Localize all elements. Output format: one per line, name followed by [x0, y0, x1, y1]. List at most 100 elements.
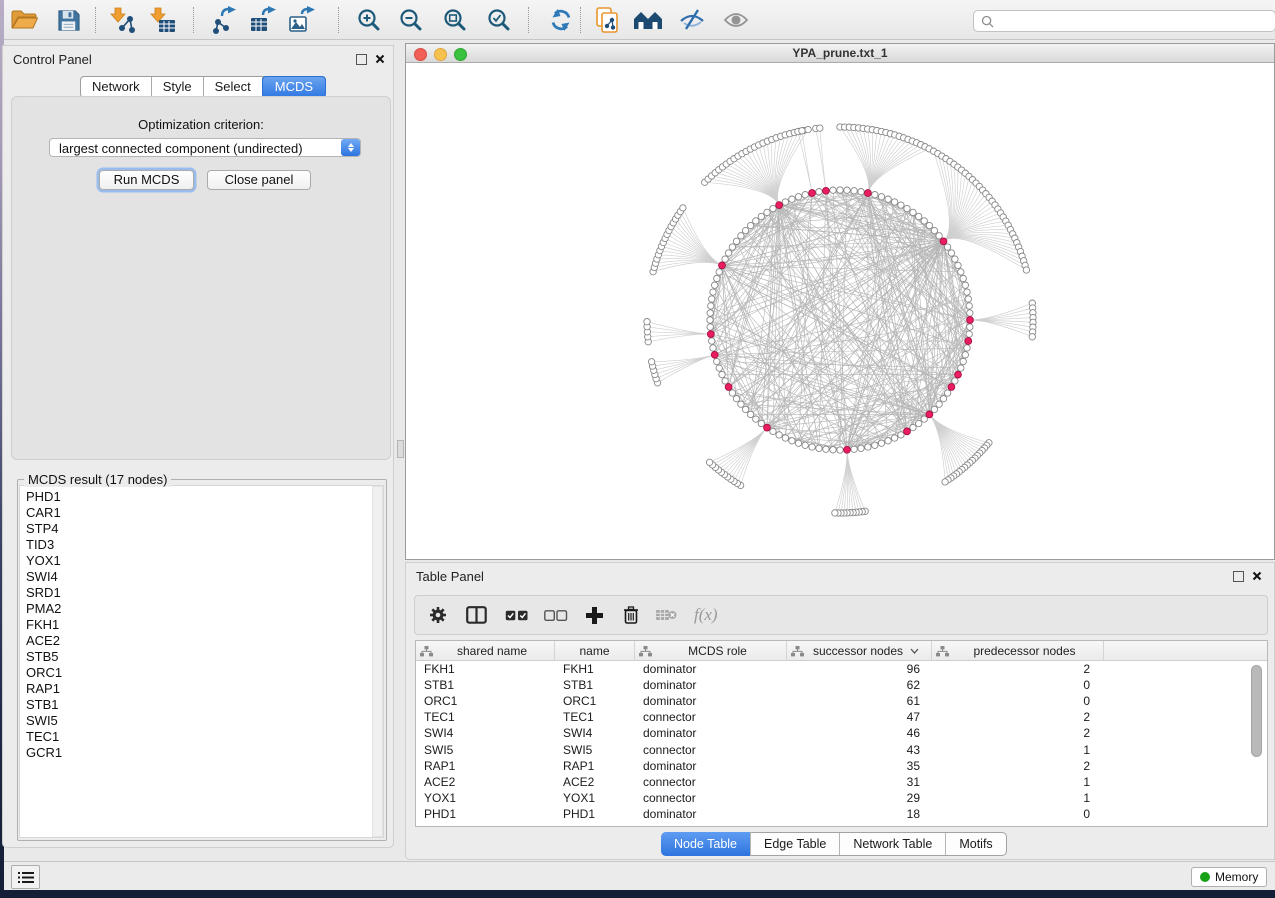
table-row[interactable]: SWI5SWI5connector431 [416, 741, 1267, 757]
result-item[interactable]: SWI4 [20, 569, 383, 585]
table-cell[interactable]: SWI4 [416, 726, 555, 740]
memory-button[interactable]: Memory [1191, 867, 1267, 887]
table-cell[interactable]: 47 [787, 710, 932, 724]
table-cell[interactable]: ORC1 [416, 694, 555, 708]
result-item[interactable]: STP4 [20, 521, 383, 537]
result-item[interactable]: PMA2 [20, 601, 383, 617]
table-cell[interactable]: YOX1 [416, 791, 555, 805]
column-header-MCDS-role[interactable]: MCDS role [635, 641, 787, 660]
panel-splitter[interactable] [396, 45, 404, 848]
table-row[interactable]: FKH1FKH1dominator962 [416, 661, 1267, 677]
table-cell[interactable]: 2 [932, 759, 1104, 773]
table-cell[interactable]: 62 [787, 678, 932, 692]
search-box[interactable] [973, 10, 1275, 32]
zoom-fit-button[interactable] [439, 4, 471, 36]
search-input[interactable] [994, 13, 1248, 29]
hide-graphics-details-button[interactable] [676, 4, 708, 36]
table-scrollbar-thumb[interactable] [1251, 665, 1262, 757]
float-panel-icon[interactable] [356, 54, 367, 65]
show-panels-button[interactable] [11, 865, 40, 889]
result-item[interactable]: FKH1 [20, 617, 383, 633]
result-item[interactable]: PHD1 [20, 489, 383, 505]
table-cell[interactable]: SWI4 [555, 726, 635, 740]
network-window-titlebar[interactable]: YPA_prune.txt_1 [406, 44, 1274, 63]
zoom-out-button[interactable] [395, 4, 427, 36]
import-table-button[interactable] [146, 4, 178, 36]
table-cell[interactable]: FKH1 [555, 662, 635, 676]
result-item[interactable]: SWI5 [20, 713, 383, 729]
criterion-dropdown[interactable]: largest connected component (undirected) [49, 138, 361, 157]
table-cell[interactable]: PHD1 [416, 807, 555, 821]
table-cell[interactable]: TEC1 [416, 710, 555, 724]
splitter-grip[interactable] [397, 440, 404, 458]
table-cell[interactable]: 2 [932, 726, 1104, 740]
result-item[interactable]: STB5 [20, 649, 383, 665]
table-cell[interactable]: FKH1 [416, 662, 555, 676]
result-item[interactable]: CAR1 [20, 505, 383, 521]
table-cell[interactable]: 2 [932, 710, 1104, 724]
export-image-button[interactable] [286, 4, 318, 36]
tab-network[interactable]: Network [81, 77, 152, 97]
table-cell[interactable]: 29 [787, 791, 932, 805]
table-row[interactable]: PHD1PHD1dominator180 [416, 806, 1267, 822]
table-row[interactable]: TEC1TEC1connector472 [416, 709, 1267, 725]
run-mcds-button[interactable]: Run MCDS [99, 170, 194, 190]
result-item[interactable]: ACE2 [20, 633, 383, 649]
select-all-button[interactable] [505, 610, 529, 621]
table-cell[interactable]: STB1 [416, 678, 555, 692]
refresh-view-button[interactable] [545, 4, 577, 36]
table-cell[interactable]: 35 [787, 759, 932, 773]
table-cell[interactable]: 61 [787, 694, 932, 708]
result-item[interactable]: YOX1 [20, 553, 383, 569]
table-scrollbar[interactable] [1251, 665, 1262, 824]
close-panel-icon[interactable] [375, 54, 385, 64]
add-column-button[interactable] [585, 606, 604, 625]
result-item[interactable]: TEC1 [20, 729, 383, 745]
table-cell[interactable]: STB1 [555, 678, 635, 692]
table-cell[interactable]: dominator [635, 662, 787, 676]
table-cell[interactable]: PHD1 [555, 807, 635, 821]
tab-select[interactable]: Select [204, 77, 263, 97]
table-row[interactable]: STB1STB1dominator620 [416, 677, 1267, 693]
table-cell[interactable]: 2 [932, 662, 1104, 676]
table-cell[interactable]: 1 [932, 791, 1104, 805]
table-cell[interactable]: 1 [932, 775, 1104, 789]
table-cell[interactable]: 0 [932, 807, 1104, 821]
tab-mcds[interactable]: MCDS [262, 76, 326, 98]
table-cell[interactable]: connector [635, 710, 787, 724]
table-row[interactable]: ACE2ACE2connector311 [416, 774, 1267, 790]
table-cell[interactable]: 46 [787, 726, 932, 740]
column-header-successor-nodes[interactable]: successor nodes [787, 641, 932, 660]
table-cell[interactable]: dominator [635, 726, 787, 740]
export-table-button[interactable] [247, 4, 279, 36]
table-cell[interactable]: 1 [932, 743, 1104, 757]
tab-style[interactable]: Style [152, 77, 204, 97]
table-cell[interactable]: RAP1 [416, 759, 555, 773]
table-cell[interactable]: 43 [787, 743, 932, 757]
table-cell[interactable]: dominator [635, 678, 787, 692]
table-row[interactable]: ORC1ORC1dominator610 [416, 693, 1267, 709]
column-header-name[interactable]: name [555, 641, 635, 660]
tab-node-table[interactable]: Node Table [661, 832, 751, 856]
table-cell[interactable]: TEC1 [555, 710, 635, 724]
export-network-button[interactable] [208, 4, 240, 36]
table-cell[interactable]: 18 [787, 807, 932, 821]
zoom-in-button[interactable] [353, 4, 385, 36]
table-cell[interactable]: 0 [932, 694, 1104, 708]
table-cell[interactable]: connector [635, 743, 787, 757]
table-cell[interactable]: ORC1 [555, 694, 635, 708]
tab-network-table[interactable]: Network Table [840, 833, 946, 855]
table-cell[interactable]: dominator [635, 807, 787, 821]
table-row[interactable]: SWI4SWI4dominator462 [416, 725, 1267, 741]
result-list-scrollbar[interactable] [372, 486, 383, 837]
delete-table-button[interactable] [655, 608, 677, 622]
apply-function-button[interactable]: f(x) [694, 605, 718, 625]
open-file-button[interactable] [8, 4, 40, 36]
table-cell[interactable]: YOX1 [555, 791, 635, 805]
delete-column-button[interactable] [623, 606, 639, 624]
result-item[interactable]: SRD1 [20, 585, 383, 601]
network-overview-button[interactable] [632, 4, 664, 36]
table-row[interactable]: RAP1RAP1dominator352 [416, 758, 1267, 774]
settings-gear-button[interactable] [429, 606, 447, 624]
import-network-button[interactable] [106, 4, 138, 36]
